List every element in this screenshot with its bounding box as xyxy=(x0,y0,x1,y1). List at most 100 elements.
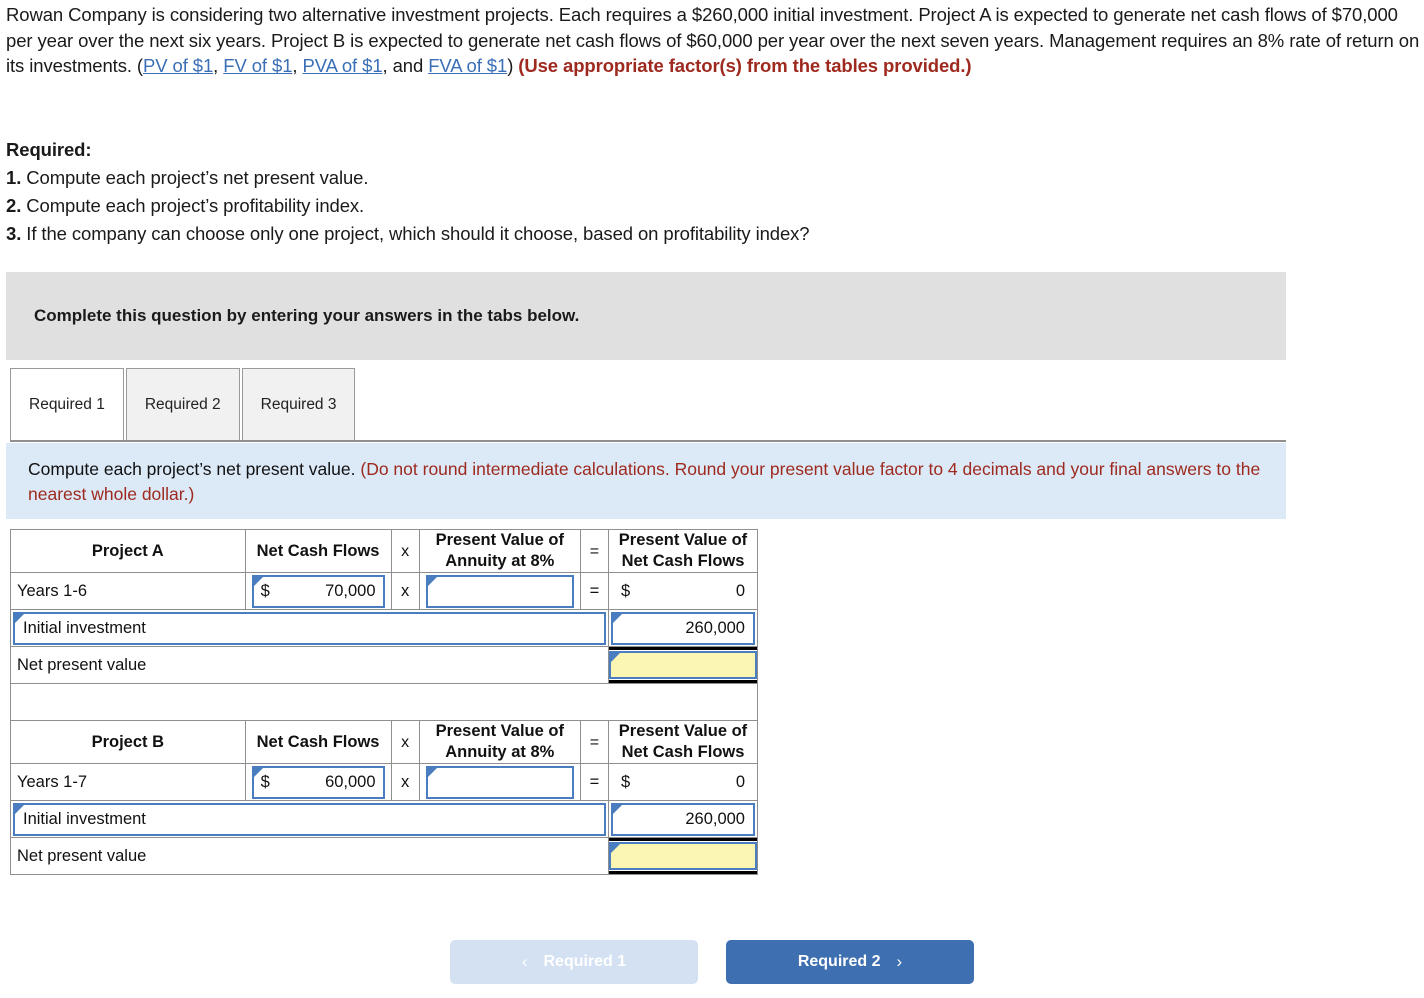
cell-marker-triangle-icon xyxy=(15,804,24,814)
pv-of-1-link[interactable]: PV of $1 xyxy=(143,55,213,76)
project-b-times-operator: x xyxy=(390,763,420,801)
header-equals-b: = xyxy=(579,720,609,764)
header-pv-net-cash-flows-b: Present Value of Net Cash Flows xyxy=(607,720,759,764)
project-a-npv-value-cell[interactable] xyxy=(607,646,759,684)
pva-of-1-link[interactable]: PVA of $1 xyxy=(303,55,383,76)
project-a-npv-row: Net present value xyxy=(10,646,759,684)
project-b-initial-investment-value: 260,000 xyxy=(685,809,745,828)
project-b-initial-investment-row: Initial investment 260,000 xyxy=(10,800,759,838)
table-spacer-row xyxy=(10,683,758,721)
header-net-cash-flows-a: Net Cash Flows xyxy=(244,529,392,573)
project-a-npv-label-cell: Net present value xyxy=(10,646,609,684)
required-item-2-text: Compute each project’s profitability ind… xyxy=(26,195,365,216)
header-times-b: x xyxy=(390,720,420,764)
previous-requirement-button[interactable]: ‹ Required 1 xyxy=(450,940,698,984)
project-a-equals-operator: = xyxy=(579,572,609,610)
project-b-years-row: Years 1-7 $ 60,000 x = $ 0 xyxy=(10,763,759,801)
cell-marker-triangle-icon xyxy=(610,844,620,853)
project-a-npv-input[interactable] xyxy=(608,651,757,679)
question-page: Rowan Company is considering two alterna… xyxy=(0,0,1424,998)
project-b-npv-row: Net present value xyxy=(10,837,759,875)
next-requirement-button[interactable]: Required 2 › xyxy=(726,940,974,984)
project-a-initial-investment-value-input[interactable]: 260,000 xyxy=(610,611,755,645)
project-b-cash-flow-cell[interactable]: $ 60,000 xyxy=(244,763,392,801)
tab-required-1[interactable]: Required 1 xyxy=(10,368,124,441)
project-b-cash-flow-input[interactable]: $ 60,000 xyxy=(251,765,385,799)
table-spacer-cell xyxy=(10,683,758,721)
project-b-equals-operator: = xyxy=(579,763,609,801)
required-list: Required: 1. Compute each project’s net … xyxy=(6,136,1206,248)
required-item-1-number: 1. xyxy=(6,167,22,188)
project-a-cash-flow-input[interactable]: $ 70,000 xyxy=(251,574,385,608)
project-a-npv-label: Net present value xyxy=(17,655,147,674)
fv-of-1-link[interactable]: FV of $1 xyxy=(223,55,292,76)
project-a-cash-flow-cell[interactable]: $ 70,000 xyxy=(244,572,392,610)
task-instruction: Compute each project’s net present value… xyxy=(6,443,1286,519)
required-item-3-text: If the company can choose only one proje… xyxy=(26,223,810,244)
project-b-initial-investment-input[interactable]: Initial investment xyxy=(13,802,606,836)
required-item-1-text: Compute each project’s net present value… xyxy=(26,167,369,188)
project-b-header-row: Project B Net Cash Flows x Present Value… xyxy=(10,720,759,764)
instruction-banner-text: Complete this question by entering your … xyxy=(34,306,580,325)
tab-underline-divider xyxy=(10,440,1286,442)
project-a-pv-dollar: $ xyxy=(620,581,631,600)
required-item-1: 1. Compute each project’s net present va… xyxy=(6,164,1206,192)
task-instruction-main: Compute each project’s net present value… xyxy=(28,459,361,479)
use-factors-note: (Use appropriate factor(s) from the tabl… xyxy=(518,55,972,76)
project-b-title: Project B xyxy=(10,720,246,764)
project-a-cash-flow-value: 70,000 xyxy=(325,581,376,600)
requirement-tabs: Required 1 Required 2 Required 3 xyxy=(10,368,357,441)
required-item-2: 2. Compute each project’s profitability … xyxy=(6,192,1206,220)
cell-marker-triangle-icon xyxy=(15,613,24,623)
tab-required-1-label: Required 1 xyxy=(29,395,105,413)
worksheet-table: Project A Net Cash Flows x Present Value… xyxy=(10,529,759,875)
project-b-initial-investment-label: Initial investment xyxy=(23,809,146,828)
header-pv-annuity-a: Present Value of Annuity at 8% xyxy=(418,529,581,573)
project-a-initial-investment-input[interactable]: Initial investment xyxy=(13,611,606,645)
project-b-pv-cell: $ 0 xyxy=(607,763,759,801)
project-b-initial-investment-label-cell[interactable]: Initial investment xyxy=(10,800,609,838)
project-b-npv-input[interactable] xyxy=(608,842,757,870)
project-a-initial-investment-value-cell[interactable]: 260,000 xyxy=(607,609,759,647)
required-heading: Required: xyxy=(6,139,92,160)
project-b-pv-value: 0 xyxy=(735,772,745,791)
next-requirement-label: Required 2 xyxy=(797,953,881,970)
separator-3: , and xyxy=(382,55,429,76)
cell-marker-triangle-icon xyxy=(612,613,622,623)
cell-marker-triangle-icon xyxy=(612,804,622,814)
previous-requirement-label: Required 1 xyxy=(543,953,627,970)
tab-required-3[interactable]: Required 3 xyxy=(241,368,356,441)
project-a-factor-cell[interactable] xyxy=(418,572,581,610)
project-b-npv-label-cell: Net present value xyxy=(10,837,609,875)
separator-2: , xyxy=(292,55,303,76)
project-a-initial-investment-value: 260,000 xyxy=(685,618,745,637)
project-b-years-label: Years 1-7 xyxy=(10,763,246,801)
problem-statement: Rowan Company is considering two alterna… xyxy=(6,2,1420,79)
npv-worksheet: Project A Net Cash Flows x Present Value… xyxy=(10,529,759,875)
tab-required-2[interactable]: Required 2 xyxy=(125,368,240,441)
project-b-npv-label: Net present value xyxy=(17,846,147,865)
required-item-3: 3. If the company can choose only one pr… xyxy=(6,220,1206,248)
project-a-initial-investment-label-cell[interactable]: Initial investment xyxy=(10,609,609,647)
project-a-factor-input[interactable] xyxy=(425,574,574,608)
project-a-pv-cell: $ 0 xyxy=(607,572,759,610)
project-b-initial-investment-value-cell[interactable]: 260,000 xyxy=(607,800,759,838)
required-item-3-number: 3. xyxy=(6,223,22,244)
project-a-npv-accounting-rules xyxy=(608,647,757,683)
project-a-header-row: Project A Net Cash Flows x Present Value… xyxy=(10,529,759,573)
project-b-factor-input[interactable] xyxy=(425,765,574,799)
wizard-navigation: ‹ Required 1 Required 2 › xyxy=(0,940,1424,984)
project-b-npv-accounting-rules xyxy=(608,838,757,874)
project-b-factor-cell[interactable] xyxy=(418,763,581,801)
cell-marker-triangle-icon xyxy=(427,576,437,586)
project-b-pv-dollar: $ xyxy=(620,772,631,791)
close-paren: ) xyxy=(507,55,519,76)
chevron-left-icon: ‹ xyxy=(521,952,528,971)
tab-required-2-label: Required 2 xyxy=(144,395,221,413)
project-a-pv-value: 0 xyxy=(735,581,745,600)
required-item-2-number: 2. xyxy=(6,195,22,216)
project-b-initial-investment-value-input[interactable]: 260,000 xyxy=(610,802,755,836)
fva-of-1-link[interactable]: FVA of $1 xyxy=(428,55,507,76)
cell-marker-triangle-icon xyxy=(610,653,620,662)
project-b-npv-value-cell[interactable] xyxy=(607,837,759,875)
